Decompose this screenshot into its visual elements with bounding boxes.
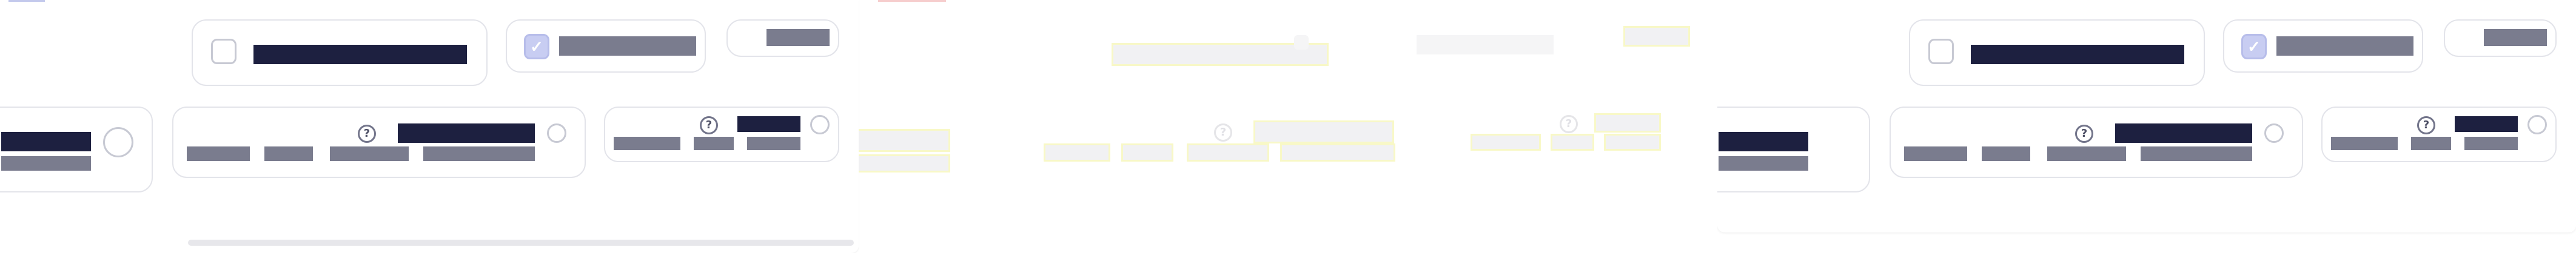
help-row-title: [2115, 123, 2252, 143]
ghost-cutoff-title: [859, 131, 948, 150]
help-small-tag-1: [2331, 137, 2398, 150]
top-accent-line: [8, 0, 45, 2]
checkbox-option-card[interactable]: [1909, 19, 2205, 86]
option-title: [253, 45, 467, 64]
ghost-row-title: [1255, 122, 1392, 142]
option-checkbox[interactable]: [1928, 39, 1954, 64]
ghost-cutoff-subtitle: [859, 156, 948, 171]
cutoff-option-subtitle: [1, 156, 91, 171]
help-glyph: ?: [2081, 127, 2088, 140]
help-small-title: [2455, 116, 2518, 132]
help-glyph: ?: [1565, 117, 1572, 130]
help-row-tag-1: [1904, 146, 1967, 161]
help-small-tag-2: [2411, 137, 2451, 150]
checked-checkbox[interactable]: ✓: [2241, 34, 2267, 59]
help-glyph: ?: [1219, 126, 1227, 139]
help-row-radio[interactable]: [2264, 123, 2284, 143]
ghost-label: [1417, 35, 1554, 54]
checkbox-option-card[interactable]: [192, 19, 488, 86]
cutoff-option-subtitle: [1719, 156, 1808, 171]
checkmark-icon: ✓: [2247, 38, 2261, 56]
small-option-card[interactable]: [2444, 19, 2557, 57]
help-row-card[interactable]: ?: [172, 107, 586, 178]
help-icon[interactable]: ?: [2417, 116, 2435, 134]
help-glyph: ?: [363, 127, 371, 140]
ghost-small-tag-1: [1472, 136, 1539, 149]
ghost-small-tag-3: [1606, 136, 1659, 149]
help-row-tag-2: [264, 146, 313, 161]
checked-option-card[interactable]: ✓: [506, 19, 706, 73]
ghost-tag-4: [1282, 145, 1394, 160]
help-small-card[interactable]: ?: [2321, 107, 2557, 162]
help-small-card[interactable]: ?: [604, 107, 839, 162]
help-small-tag-3: [2464, 137, 2518, 150]
help-small-tag-1: [614, 137, 680, 150]
small-option-card[interactable]: [726, 19, 839, 57]
help-row-tag-3: [330, 146, 409, 161]
checkmark-icon: ✓: [530, 38, 543, 56]
ghost-checkbox: [1294, 35, 1309, 50]
help-small-tag-2: [694, 137, 734, 150]
checked-checkbox[interactable]: ✓: [524, 34, 549, 59]
help-row-tag-4: [2141, 146, 2252, 161]
small-option-label: [2484, 29, 2547, 46]
help-row-tag-4: [423, 146, 535, 161]
option-title: [1971, 45, 2184, 64]
help-row-tag-3: [2047, 146, 2126, 161]
ghost-small-label: [1625, 28, 1688, 45]
cutoff-option-card[interactable]: [0, 107, 153, 192]
cutoff-option-radio[interactable]: [103, 127, 133, 157]
left-panel: ✓ ? ?: [0, 0, 859, 253]
ghost-small-title: [1596, 115, 1659, 131]
checked-option-label: [559, 36, 696, 56]
middle-panel: ? ?: [859, 0, 1717, 253]
help-icon: ?: [1560, 115, 1578, 133]
option-checkbox[interactable]: [211, 39, 236, 64]
help-icon: ?: [1214, 123, 1232, 142]
help-row-title: [398, 123, 535, 143]
ghost-tag-1: [1045, 145, 1109, 160]
help-icon[interactable]: ?: [2075, 125, 2093, 143]
ghost-tag-2: [1123, 145, 1172, 160]
help-row-radio[interactable]: [547, 123, 566, 143]
top-red-line: [878, 0, 946, 2]
ghost-small-tag-2: [1552, 136, 1592, 149]
help-glyph: ?: [2423, 119, 2430, 131]
help-row-card[interactable]: ?: [1890, 107, 2303, 178]
cutoff-option-title: [1, 132, 91, 151]
screenshot-stage: ✓ ? ? ? ? ✓ ? ?: [0, 0, 2576, 253]
help-small-radio[interactable]: [2527, 115, 2547, 134]
checked-option-card[interactable]: ✓: [2223, 19, 2423, 73]
help-small-radio[interactable]: [810, 115, 830, 134]
help-row-tag-1: [187, 146, 250, 161]
help-icon[interactable]: ?: [700, 116, 718, 134]
horizontal-scrollbar[interactable]: [188, 240, 854, 246]
right-panel: ✓ ? ?: [1717, 0, 2576, 253]
help-row-tag-2: [1982, 146, 2030, 161]
checked-option-label: [2276, 36, 2413, 56]
help-icon[interactable]: ?: [358, 125, 376, 143]
ghost-tag-3: [1189, 145, 1267, 160]
cutoff-option-title: [1719, 132, 1808, 151]
help-glyph: ?: [705, 119, 713, 131]
help-small-tag-3: [747, 137, 800, 150]
help-small-title: [737, 116, 800, 132]
small-option-label: [766, 29, 830, 46]
cutoff-option-card[interactable]: [1717, 107, 1870, 192]
